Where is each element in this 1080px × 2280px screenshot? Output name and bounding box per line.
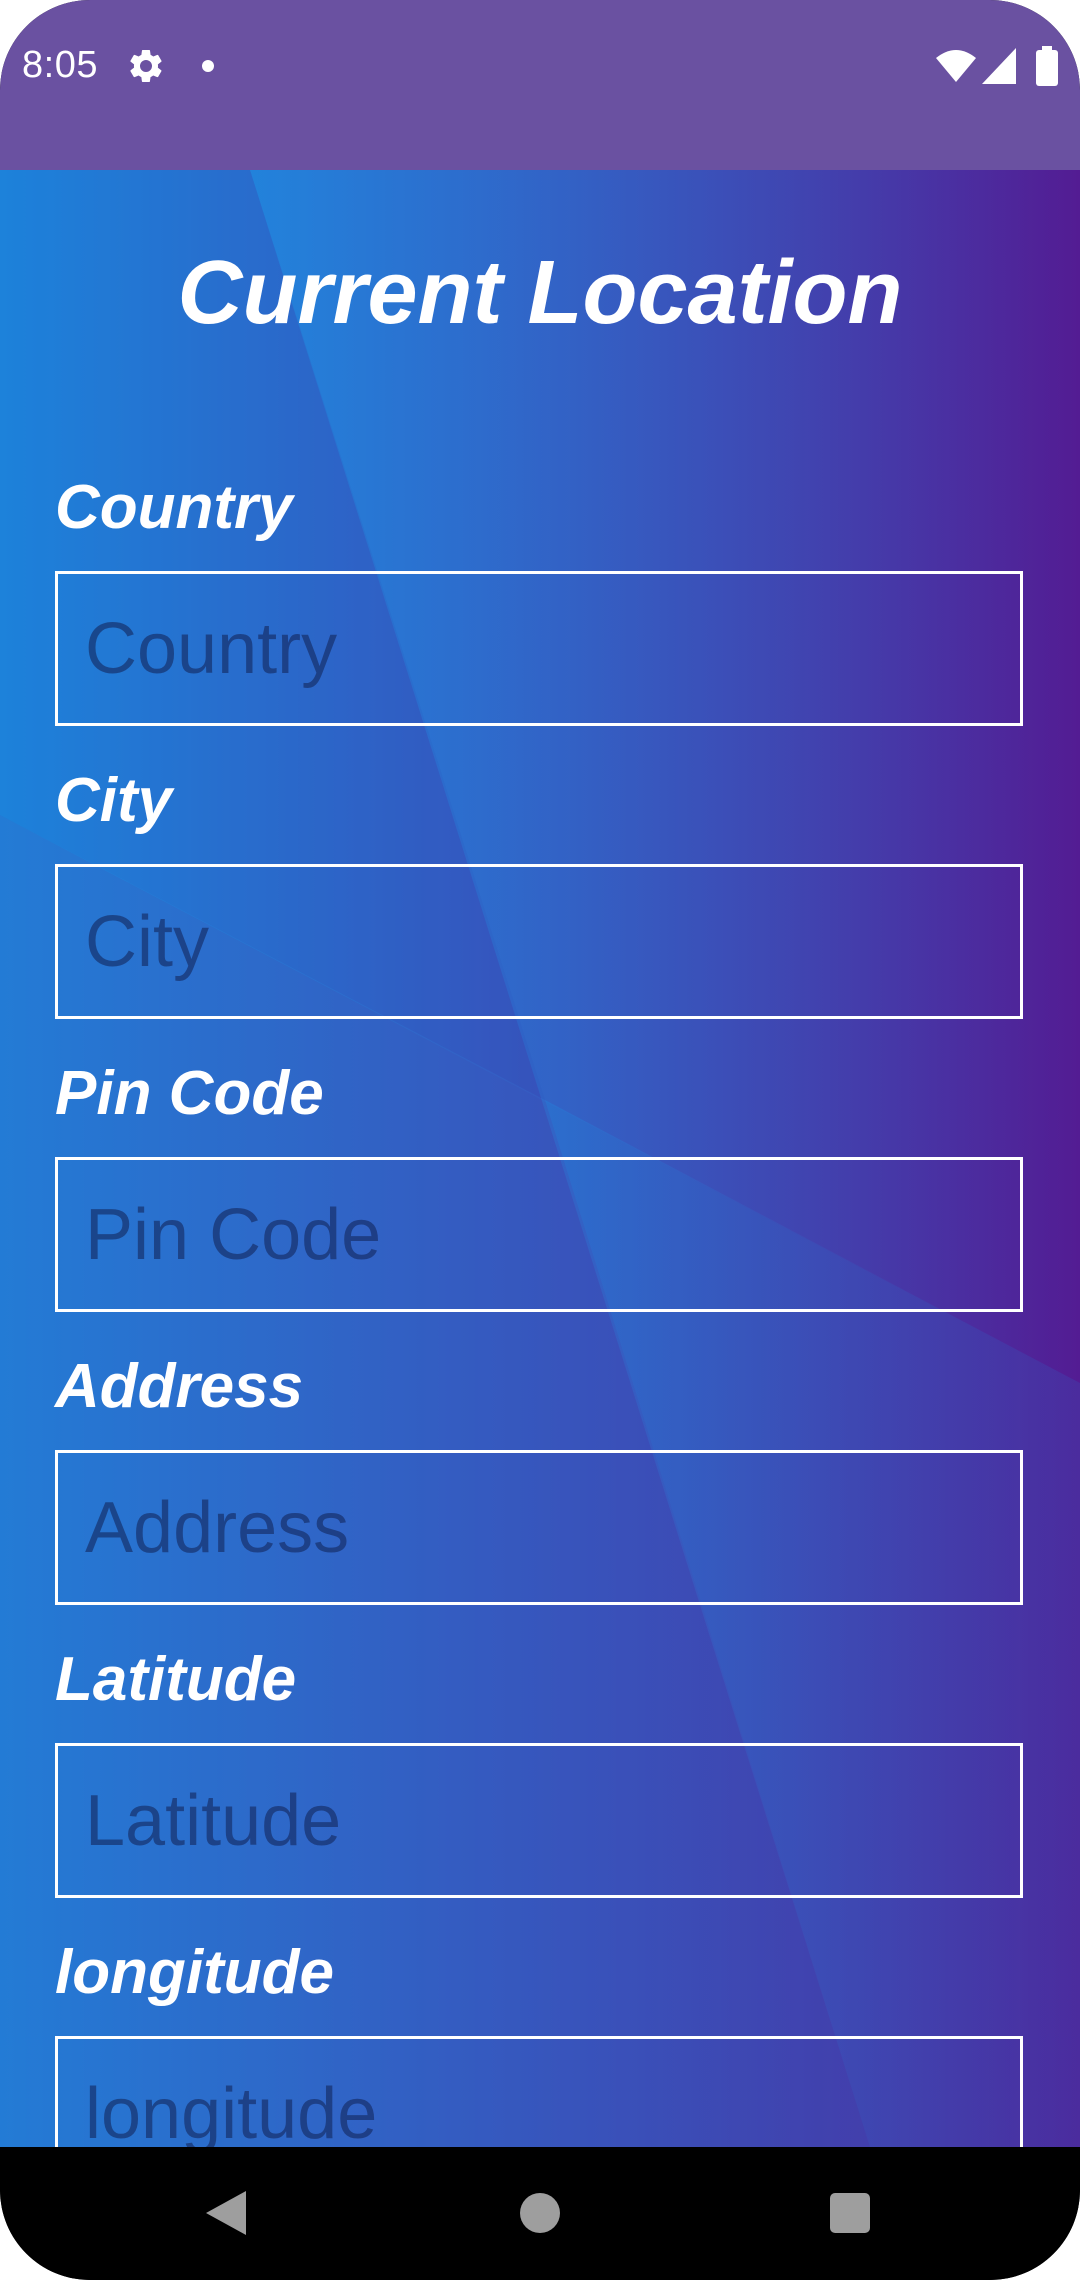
page-title: Current Location xyxy=(177,243,903,343)
longitude-field-box xyxy=(55,2036,1023,2147)
back-icon[interactable] xyxy=(206,2191,246,2235)
address-label: Address xyxy=(55,1352,304,1421)
recents-icon[interactable] xyxy=(830,2193,870,2233)
notification-dot-icon xyxy=(202,60,214,72)
location-form-screen: Current Location Country City Pin Code A… xyxy=(0,170,1080,2147)
latitude-label: Latitude xyxy=(55,1645,297,1714)
address-input[interactable] xyxy=(58,1453,1020,1602)
gear-icon xyxy=(130,49,162,82)
pin-code-label: Pin Code xyxy=(55,1059,324,1128)
home-icon[interactable] xyxy=(520,2193,560,2233)
country-field-box xyxy=(55,571,1023,726)
address-field-box xyxy=(55,1450,1023,1605)
city-field-box xyxy=(55,864,1023,1019)
phone-screen: 8:05 Current Location Country Country Ci… xyxy=(0,0,1080,2280)
longitude-label: longitude xyxy=(55,1938,334,2007)
navigation-bar xyxy=(0,2147,1080,2280)
status-time: 8:05 xyxy=(22,44,98,86)
city-label: City xyxy=(55,766,173,835)
battery-icon xyxy=(1036,46,1058,86)
pin-code-input[interactable] xyxy=(58,1160,1020,1309)
country-label: Country xyxy=(55,473,293,542)
latitude-field-box xyxy=(55,1743,1023,1898)
country-input[interactable] xyxy=(58,574,1020,723)
signal-icon xyxy=(982,48,1016,84)
pin-code-field-box xyxy=(55,1157,1023,1312)
status-bar: 8:05 xyxy=(0,0,1080,170)
latitude-input[interactable] xyxy=(58,1746,1020,1895)
city-input[interactable] xyxy=(58,867,1020,1016)
longitude-input[interactable] xyxy=(58,2039,1020,2147)
wifi-icon xyxy=(936,50,976,82)
